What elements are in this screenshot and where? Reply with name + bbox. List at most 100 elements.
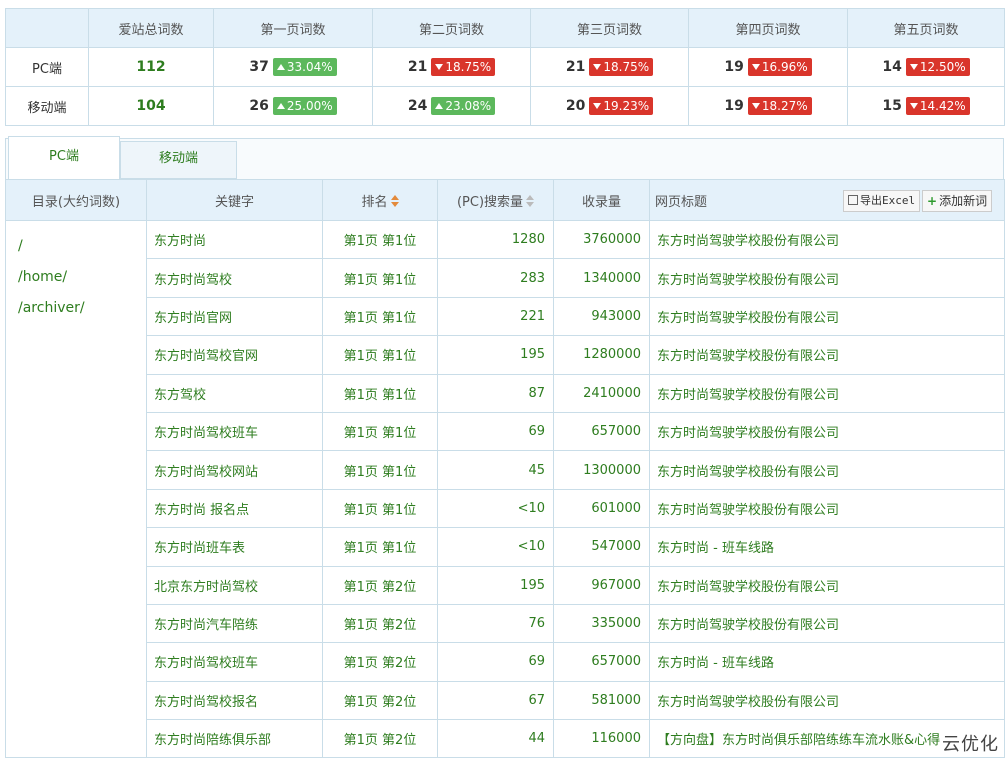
page-title-link[interactable]: 东方时尚驾驶学校股份有限公司 [649,411,1005,452]
arrow-down-icon [435,64,444,70]
summary-page-count[interactable]: 26 [249,98,268,114]
rank-cell: 第1页 第1位 [322,411,438,452]
keyword-link[interactable]: 东方时尚陪练俱乐部 [146,719,323,759]
keyword-link[interactable]: 北京东方时尚驾校 [146,565,323,605]
indexed-count-cell: 2410000 [553,373,650,413]
arrow-down-icon [593,64,602,70]
sort-icon[interactable] [526,194,535,207]
keyword-link[interactable]: 东方时尚驾校官网 [146,335,323,375]
header-keyword: 关键字 [146,179,323,221]
summary-page-count[interactable]: 20 [566,98,585,114]
page-title-link[interactable]: 东方时尚驾驶学校股份有限公司 [649,450,1005,490]
summary-page-count[interactable]: 19 [724,98,743,114]
rank-cell: 第1页 第2位 [322,565,438,605]
header-rank-label: 排名 [361,194,388,210]
indexed-count-cell: 116000 [553,719,650,759]
summary-total-value[interactable]: 104 [136,98,165,114]
indexed-count-cell: 3760000 [553,219,650,260]
summary-header-page1: 第一页词数 [213,8,373,48]
search-volume-cell: 69 [437,642,554,682]
arrow-down-icon [751,103,760,109]
percent-badge: 23.08% [431,97,496,115]
sort-icon[interactable] [390,194,399,207]
percent-value: 16.96% [761,60,808,74]
keyword-link[interactable]: 东方时尚汽车陪练 [146,603,323,644]
percent-badge: 14.42% [905,97,970,115]
rank-cell: 第1页 第1位 [322,488,438,529]
page-title-link[interactable]: 东方时尚 - 班车线路 [649,527,1005,567]
summary-page-cell: 19 18.27% [688,86,848,126]
keyword-link[interactable]: 东方时尚官网 [146,296,323,337]
keyword-link[interactable]: 东方时尚 报名点 [146,488,323,529]
page-title-link[interactable]: 东方时尚驾驶学校股份有限公司 [649,258,1005,298]
add-keyword-button[interactable]: + 添加新词 [922,190,993,212]
summary-page-cell: 15 14.42% [847,86,1005,126]
arrow-up-icon [276,103,285,109]
arrow-up-icon [276,64,285,70]
summary-table: 爱站总词数 第一页词数 第二页词数 第三页词数 第四页词数 第五页词数 PC端 1… [5,8,1005,126]
summary-page-count[interactable]: 19 [724,59,743,75]
summary-row: PC端 112 37 33.04% 21 18.75% 21 18.75% 19 16.96% 14… [5,47,1005,87]
keyword-link[interactable]: 东方时尚 [146,219,323,260]
page-title-link[interactable]: 东方时尚驾驶学校股份有限公司 [649,488,1005,529]
keyword-link[interactable]: 东方时尚班车表 [146,527,323,567]
rank-cell: 第1页 第1位 [322,296,438,337]
indexed-count-cell: 335000 [553,603,650,644]
search-volume-cell: <10 [437,488,554,529]
page-title-link[interactable]: 东方时尚驾驶学校股份有限公司 [649,565,1005,605]
keyword-link[interactable]: 东方驾校 [146,373,323,413]
summary-page-cell: 14 12.50% [847,47,1005,87]
keyword-link[interactable]: 东方时尚驾校班车 [146,411,323,452]
percent-badge: 18.75% [431,58,496,76]
summary-page-count[interactable]: 21 [408,59,427,75]
search-volume-cell: 87 [437,373,554,413]
table-row: 东方时尚驾校官网 第1页 第1位 195 1280000 东方时尚驾驶学校股份有限公司 [6,335,1005,375]
summary-total-value[interactable]: 112 [136,59,165,75]
add-keyword-label: 添加新词 [939,194,988,208]
summary-header-page2: 第二页词数 [372,8,531,48]
directory-link[interactable]: /archiver/ [18,299,146,330]
indexed-count-cell: 547000 [553,527,650,567]
page-title-link[interactable]: 东方时尚驾驶学校股份有限公司 [649,296,1005,337]
percent-badge: 33.04% [272,58,337,76]
directory-link[interactable]: / [18,237,146,268]
export-excel-button[interactable]: 导出Excel [843,190,921,212]
table-row: 东方时尚驾校网站 第1页 第1位 45 1300000 东方时尚驾驶学校股份有限公司 [6,450,1005,490]
summary-page-cell: 20 19.23% [530,86,689,126]
keyword-link[interactable]: 东方时尚驾校班车 [146,642,323,682]
summary-page-count[interactable]: 15 [882,98,901,114]
table-row: 东方时尚 报名点 第1页 第1位 <10 601000 东方时尚驾驶学校股份有限公司 [6,488,1005,529]
summary-page-count[interactable]: 14 [882,59,901,75]
table-row: 东方时尚陪练俱乐部 第1页 第2位 44 116000 【方向盘】东方时尚俱乐部陪练练车… [6,719,1005,759]
indexed-count-cell: 657000 [553,642,650,682]
summary-page-count[interactable]: 21 [566,59,585,75]
search-volume-cell: 283 [437,258,554,298]
page-title-link[interactable]: 东方时尚驾驶学校股份有限公司 [649,680,1005,721]
page-title-link[interactable]: 东方时尚驾驶学校股份有限公司 [649,335,1005,375]
percent-value: 14.42% [919,99,966,113]
summary-page-count[interactable]: 24 [408,98,427,114]
percent-value: 18.27% [761,99,808,113]
search-volume-cell: 195 [437,565,554,605]
page-title-link[interactable]: 东方时尚驾驶学校股份有限公司 [649,219,1005,260]
page-title-link[interactable]: 东方时尚驾驶学校股份有限公司 [649,603,1005,644]
table-row: 东方时尚官网 第1页 第1位 221 943000 东方时尚驾驶学校股份有限公司 [6,296,1005,337]
rank-cell: 第1页 第1位 [322,335,438,375]
page-title-link[interactable]: 东方时尚驾驶学校股份有限公司 [649,373,1005,413]
table-row: 东方时尚驾校班车 第1页 第1位 69 657000 东方时尚驾驶学校股份有限公司 [6,411,1005,452]
table-row: 东方时尚驾校班车 第1页 第2位 69 657000 东方时尚 - 班车线路 [6,642,1005,682]
directory-link[interactable]: /home/ [18,268,146,299]
keyword-link[interactable]: 东方时尚驾校报名 [146,680,323,721]
summary-header-page5: 第五页词数 [847,8,1005,48]
tab-mobile[interactable]: 移动端 [120,141,237,179]
keyword-link[interactable]: 东方时尚驾校 [146,258,323,298]
keyword-table: 目录(大约词数) 关键字 排名 (PC)搜索量 收录量 网页标题 导出Excel… [5,179,1005,759]
page-title-link[interactable]: 东方时尚 - 班车线路 [649,642,1005,682]
indexed-count-cell: 1340000 [553,258,650,298]
tab-pc[interactable]: PC端 [8,136,120,180]
keyword-link[interactable]: 东方时尚驾校网站 [146,450,323,490]
header-rank[interactable]: 排名 [322,179,438,221]
summary-page-count[interactable]: 37 [249,59,268,75]
export-excel-label: 导出Excel [860,194,916,207]
header-volume[interactable]: (PC)搜索量 [437,179,554,221]
